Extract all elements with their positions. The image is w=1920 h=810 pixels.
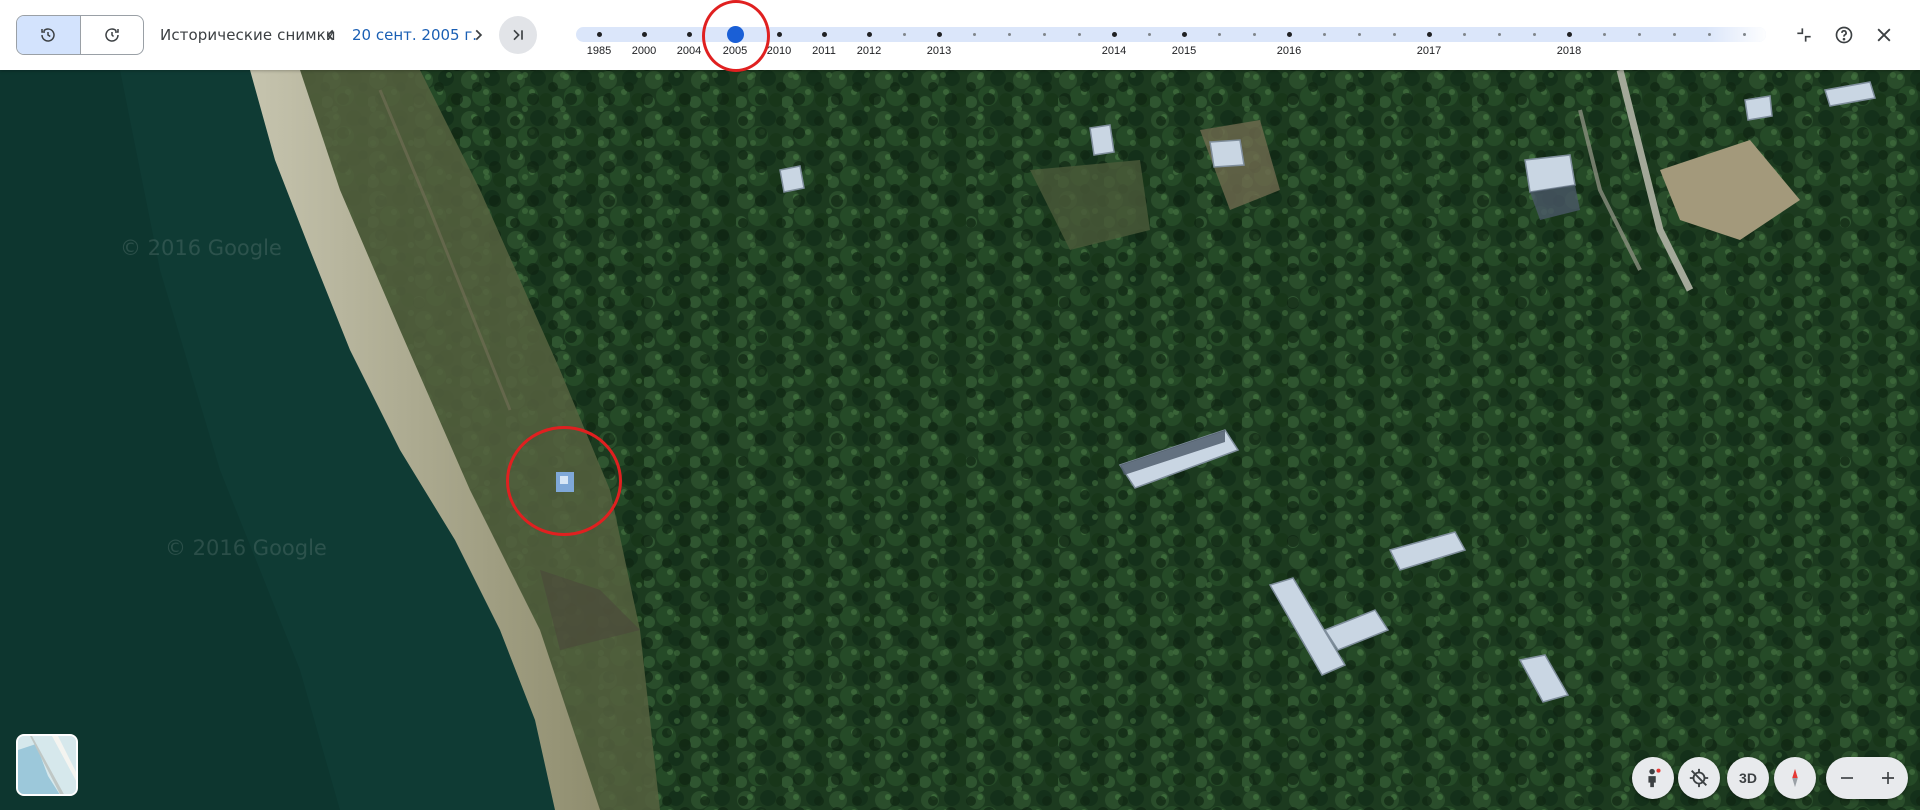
map-watermark: © 2016 Google bbox=[165, 536, 327, 560]
timeline-year-label[interactable]: 2011 bbox=[812, 45, 836, 57]
timeline-minor-dot[interactable] bbox=[1497, 33, 1501, 36]
timeline-minor-dot[interactable] bbox=[1252, 33, 1256, 36]
timeline-year-dot[interactable] bbox=[1426, 32, 1432, 37]
chevron-left-icon bbox=[326, 29, 334, 41]
map-layer-thumbnail[interactable] bbox=[16, 734, 78, 796]
timeline-year-label[interactable]: 2015 bbox=[1172, 45, 1196, 57]
timeline-minor-dot[interactable] bbox=[1742, 33, 1746, 36]
skip-to-latest-button[interactable] bbox=[499, 16, 537, 54]
timeline-year-dot[interactable] bbox=[936, 32, 942, 37]
timelapse-toolbar: Исторические снимки 20 сент. 2005 г. 198… bbox=[0, 0, 1920, 70]
timeline-minor-dot[interactable] bbox=[1532, 33, 1536, 36]
next-date-button[interactable] bbox=[468, 22, 488, 48]
timeline-minor-dot[interactable] bbox=[1637, 33, 1641, 36]
timeline-minor-dot[interactable] bbox=[1147, 33, 1151, 36]
timeline-year-dot[interactable] bbox=[641, 32, 647, 37]
timeline-year-dot[interactable] bbox=[821, 32, 827, 37]
timeline-year-dot[interactable] bbox=[596, 32, 602, 37]
compass-icon bbox=[1792, 768, 1798, 788]
timeline-minor-dot[interactable] bbox=[1602, 33, 1606, 36]
zoom-controls bbox=[1826, 757, 1908, 799]
timeline-year-label[interactable]: 2005 bbox=[723, 45, 747, 57]
timeline-year-dot[interactable] bbox=[1286, 32, 1292, 37]
timeline-slider[interactable] bbox=[576, 27, 1766, 42]
timeline-minor-dot[interactable] bbox=[1322, 33, 1326, 36]
restore-icon bbox=[105, 28, 119, 42]
chevron-right-icon bbox=[475, 29, 483, 41]
collapse-button[interactable] bbox=[1790, 21, 1818, 49]
restore-mode-button[interactable] bbox=[81, 16, 144, 54]
3d-toggle-button[interactable]: 3D bbox=[1727, 757, 1769, 799]
timeline-year-label[interactable]: 2000 bbox=[632, 45, 656, 57]
skip-to-latest-icon bbox=[513, 29, 523, 41]
timeline-year-label[interactable]: 2016 bbox=[1277, 45, 1301, 57]
timeline-year-label[interactable]: 2010 bbox=[767, 45, 791, 57]
history-mode-button[interactable] bbox=[17, 16, 81, 54]
satellite-map[interactable]: © 2016 Google © 2016 Google bbox=[0, 70, 1920, 810]
map-layer-icon bbox=[18, 736, 76, 794]
pegman-icon bbox=[1648, 768, 1661, 788]
mode-toggle bbox=[16, 15, 144, 55]
help-icon bbox=[1835, 26, 1853, 44]
timeline-year-dot[interactable] bbox=[1566, 32, 1572, 37]
timeline-year-label[interactable]: 1985 bbox=[587, 45, 611, 57]
timeline-year-label[interactable]: 2004 bbox=[677, 45, 701, 57]
zoom-out-button[interactable] bbox=[1826, 757, 1867, 799]
map-watermark: © 2016 Google bbox=[120, 236, 282, 260]
timeline-year-label[interactable]: 2017 bbox=[1417, 45, 1441, 57]
zoom-in-button[interactable] bbox=[1867, 757, 1908, 799]
plus-icon bbox=[1881, 772, 1894, 784]
close-button[interactable] bbox=[1870, 21, 1898, 49]
location-off-icon bbox=[1689, 768, 1709, 788]
timeline-minor-dot[interactable] bbox=[1357, 33, 1361, 36]
timeline-minor-dot[interactable] bbox=[972, 33, 976, 36]
timeline-minor-dot[interactable] bbox=[1007, 33, 1011, 36]
timeline-year-dot[interactable] bbox=[776, 32, 782, 37]
timeline-minor-dot[interactable] bbox=[902, 33, 906, 36]
help-button[interactable] bbox=[1830, 21, 1858, 49]
historical-imagery-label: Исторические снимки bbox=[160, 26, 336, 44]
timeline-minor-dot[interactable] bbox=[1077, 33, 1081, 36]
timeline-minor-dot[interactable] bbox=[1462, 33, 1466, 36]
timeline-minor-dot[interactable] bbox=[1707, 33, 1711, 36]
timeline-selected-thumb[interactable] bbox=[726, 26, 744, 43]
close-icon bbox=[1877, 28, 1891, 42]
satellite-imagery bbox=[0, 70, 1920, 810]
timeline-year-dot[interactable] bbox=[686, 32, 692, 37]
timeline-year-dot[interactable] bbox=[1181, 32, 1187, 37]
timeline-minor-dot[interactable] bbox=[1672, 33, 1676, 36]
timeline-year-label[interactable]: 2014 bbox=[1102, 45, 1126, 57]
timeline-year-label[interactable]: 2012 bbox=[857, 45, 881, 57]
current-date[interactable]: 20 сент. 2005 г. bbox=[352, 26, 477, 44]
timeline-year-label[interactable]: 2013 bbox=[927, 45, 951, 57]
timeline-year-dot[interactable] bbox=[1111, 32, 1117, 37]
minus-icon bbox=[1840, 777, 1853, 779]
collapse-icon bbox=[1797, 28, 1811, 42]
timeline-fade bbox=[1706, 27, 1766, 42]
timeline-minor-dot[interactable] bbox=[1217, 33, 1221, 36]
timeline-minor-dot[interactable] bbox=[1042, 33, 1046, 36]
street-view-button[interactable] bbox=[1632, 757, 1674, 799]
timeline-minor-dot[interactable] bbox=[1392, 33, 1396, 36]
previous-date-button[interactable] bbox=[321, 22, 341, 48]
history-icon bbox=[41, 28, 55, 42]
compass-button[interactable] bbox=[1774, 757, 1816, 799]
3d-label: 3D bbox=[1739, 770, 1757, 786]
timeline-year-dot[interactable] bbox=[866, 32, 872, 37]
my-location-button[interactable] bbox=[1678, 757, 1720, 799]
timeline-year-label[interactable]: 2018 bbox=[1557, 45, 1581, 57]
